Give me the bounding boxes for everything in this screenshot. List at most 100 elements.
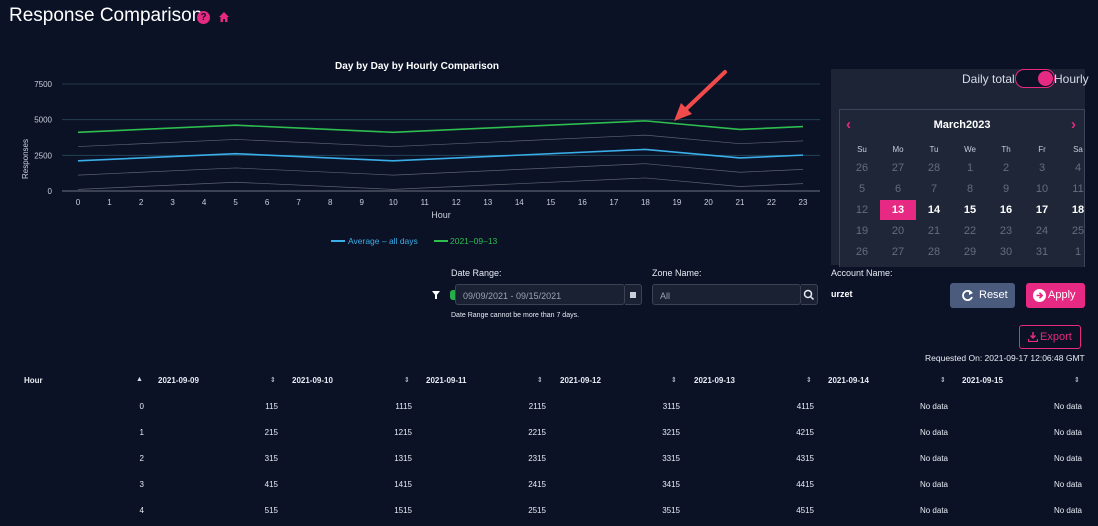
x-tick-label: 14 — [515, 198, 524, 207]
column-header[interactable]: 2021-09-12 — [560, 376, 601, 385]
column-header[interactable]: Hour — [24, 376, 43, 385]
column-header[interactable]: 2021-09-14 — [828, 376, 869, 385]
question-circle-icon[interactable]: ? — [197, 11, 210, 24]
table-cell: 2215 — [528, 428, 546, 437]
calendar-day[interactable]: 27 — [880, 242, 916, 262]
sort-icon[interactable]: ⇕ — [270, 376, 276, 384]
calendar-day[interactable]: 11 — [1060, 179, 1096, 199]
reset-button[interactable]: Reset — [950, 283, 1015, 308]
zone-name-input[interactable]: All — [652, 284, 801, 305]
table-cell: 4515 — [796, 506, 814, 515]
x-axis-label: Hour — [431, 210, 451, 220]
calendar-day[interactable]: 25 — [1060, 221, 1096, 241]
calendar: ‹ March2023 › Su Mo Tu We Th Fr Sa 26 27 28 1 2 3 4 5 6… — [839, 109, 1085, 267]
date-range-input[interactable]: 09/09/2021 - 09/15/2021 — [455, 284, 625, 305]
y-axis-ticks: 0 2500 5000 7500 — [34, 80, 52, 196]
x-tick-label: 19 — [672, 198, 681, 207]
sort-asc-icon[interactable]: ▲ — [136, 376, 143, 383]
calendar-day[interactable]: 7 — [916, 179, 952, 199]
calendar-day[interactable]: 26 — [844, 158, 880, 178]
table-cell: 1315 — [394, 454, 412, 463]
zone-search-button[interactable] — [801, 284, 818, 305]
calendar-next-icon[interactable]: › — [1071, 116, 1076, 133]
calendar-day[interactable]: 9 — [988, 179, 1024, 199]
table-cell: 2515 — [528, 506, 546, 515]
legend-day-label[interactable]: 2021–09–13 — [450, 236, 498, 246]
calendar-day[interactable]: 18 — [1060, 200, 1096, 220]
sort-icon[interactable]: ⇕ — [537, 376, 543, 384]
calendar-day[interactable]: 8 — [952, 179, 988, 199]
calendar-day[interactable]: 13 — [880, 200, 916, 220]
table-cell: No data — [1053, 506, 1082, 515]
weekday-label: Th — [1001, 145, 1011, 154]
calendar-day[interactable]: 1 — [1060, 242, 1096, 262]
calendar-day[interactable]: 23 — [988, 221, 1024, 241]
sort-icon[interactable]: ⇕ — [806, 376, 812, 384]
calendar-day[interactable]: 26 — [844, 242, 880, 262]
apply-button[interactable]: Apply — [1026, 283, 1085, 308]
calendar-day[interactable]: 5 — [844, 179, 880, 199]
calendar-day[interactable]: 29 — [952, 242, 988, 262]
x-tick-label: 22 — [767, 198, 776, 207]
calendar-day[interactable]: 20 — [880, 221, 916, 241]
calendar-day[interactable]: 15 — [952, 200, 988, 220]
calendar-day[interactable]: 1 — [952, 158, 988, 178]
calendar-day[interactable]: 6 — [880, 179, 916, 199]
calendar-day[interactable]: 28 — [916, 242, 952, 262]
table-cell: No data — [919, 454, 948, 463]
annotation-arrow — [674, 70, 727, 121]
y-tick-label: 5000 — [34, 116, 52, 125]
calendar-day[interactable]: 27 — [880, 158, 916, 178]
reset-button-label: Reset — [979, 289, 1008, 301]
calendar-day[interactable]: 19 — [844, 221, 880, 241]
calendar-button[interactable] — [625, 284, 642, 305]
x-tick-label: 10 — [389, 198, 398, 207]
column-header[interactable]: 2021-09-09 — [158, 376, 199, 385]
calendar-day[interactable]: 2 — [988, 158, 1024, 178]
sort-icon[interactable]: ⇕ — [1074, 376, 1080, 384]
table-cell: 2 — [139, 454, 144, 463]
calendar-day[interactable]: 22 — [952, 221, 988, 241]
table-cell: 3515 — [662, 506, 680, 515]
x-tick-label: 23 — [799, 198, 808, 207]
sort-icon[interactable]: ⇕ — [940, 376, 946, 384]
toggle-hourly-label[interactable]: Hourly — [1054, 72, 1089, 86]
calendar-day[interactable]: 14 — [916, 200, 952, 220]
date-range-label: Date Range: — [451, 268, 502, 278]
sort-icon[interactable]: ⇕ — [671, 376, 677, 384]
calendar-day[interactable]: 4 — [1060, 158, 1096, 178]
calendar-day[interactable]: 28 — [916, 158, 952, 178]
x-tick-label: 7 — [296, 198, 301, 207]
calendar-day[interactable]: 3 — [1024, 158, 1060, 178]
table-cell: 1215 — [394, 428, 412, 437]
calendar-day[interactable]: 17 — [1024, 200, 1060, 220]
column-header[interactable]: 2021-09-11 — [426, 376, 466, 385]
x-tick-label: 12 — [452, 198, 461, 207]
column-header[interactable]: 2021-09-13 — [694, 376, 735, 385]
chart-grid — [62, 83, 820, 192]
export-button[interactable]: Export — [1019, 325, 1081, 349]
calendar-day[interactable]: 30 — [988, 242, 1024, 262]
table-cell: No data — [919, 506, 948, 515]
toggle-daily-label[interactable]: Daily total — [962, 72, 1015, 86]
legend-average-label[interactable]: Average – all days — [348, 236, 418, 246]
filter-icon-stem — [435, 295, 437, 299]
table-cell: 215 — [264, 428, 278, 437]
calendar-day[interactable]: 12 — [844, 200, 880, 220]
table-cell: No data — [919, 428, 948, 437]
calendar-day[interactable]: 24 — [1024, 221, 1060, 241]
home-icon[interactable] — [219, 12, 229, 22]
table-cell: 415 — [264, 480, 278, 489]
weekday-label: Fr — [1038, 145, 1046, 154]
table-cell: 3415 — [662, 480, 680, 489]
sort-icon[interactable]: ⇕ — [404, 376, 410, 384]
calendar-day[interactable]: 16 — [988, 200, 1024, 220]
y-axis-label: Responses — [21, 139, 30, 179]
column-header[interactable]: 2021-09-15 — [962, 376, 1003, 385]
calendar-day[interactable]: 21 — [916, 221, 952, 241]
calendar-day[interactable]: 10 — [1024, 179, 1060, 199]
calendar-day[interactable]: 31 — [1024, 242, 1060, 262]
y-tick-label: 0 — [48, 187, 53, 196]
column-header[interactable]: 2021-09-10 — [292, 376, 333, 385]
daily-hourly-toggle[interactable] — [1015, 69, 1055, 88]
